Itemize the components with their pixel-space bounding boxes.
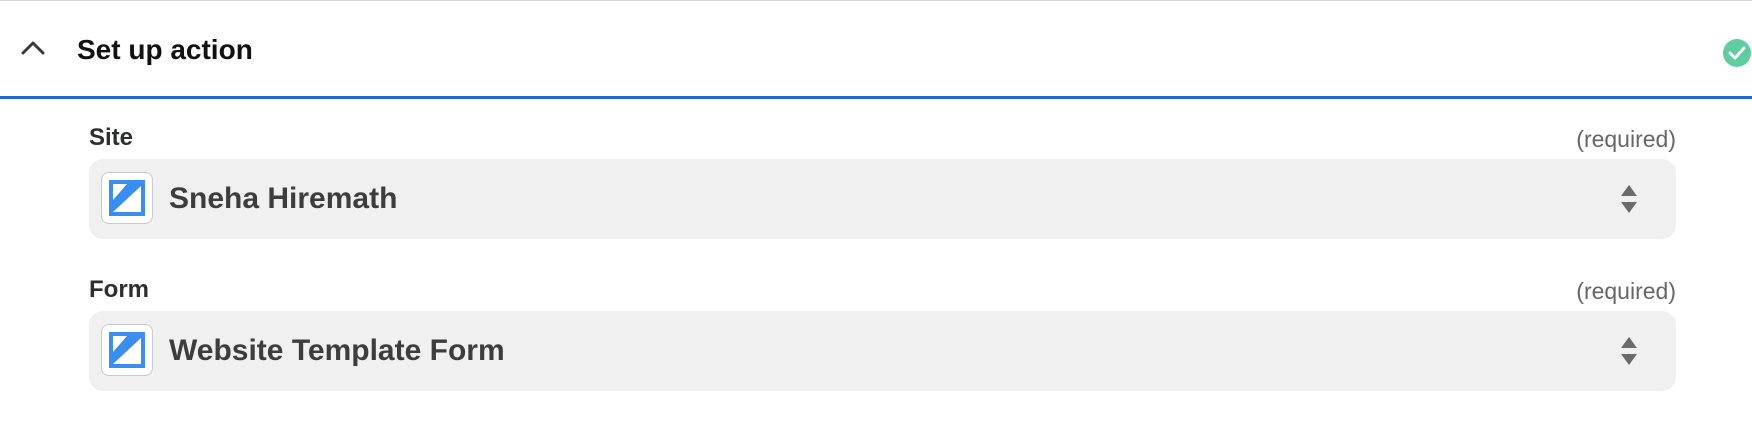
site-required-note: (required) — [1576, 126, 1676, 152]
form-select-value: Website Template Form — [169, 334, 505, 367]
section-body: Site (required) Sneha Hiremath Form (req… — [0, 99, 1752, 432]
check-circle-icon — [1723, 39, 1751, 67]
section-header[interactable]: Set up action — [0, 1, 1752, 99]
sort-arrows-icon — [1621, 185, 1637, 213]
form-select[interactable]: Website Template Form — [89, 311, 1676, 391]
sort-arrows-icon — [1621, 337, 1637, 365]
site-label: Site — [89, 124, 134, 151]
form-required-note: (required) — [1576, 278, 1676, 304]
form-label: Form — [89, 276, 149, 303]
section-title: Set up action — [77, 34, 253, 65]
site-select-value: Sneha Hiremath — [169, 182, 398, 215]
kustomer-app-icon — [101, 172, 153, 224]
chevron-up-icon[interactable] — [20, 39, 46, 55]
kustomer-app-icon — [101, 324, 153, 376]
site-select[interactable]: Sneha Hiremath — [89, 159, 1676, 239]
